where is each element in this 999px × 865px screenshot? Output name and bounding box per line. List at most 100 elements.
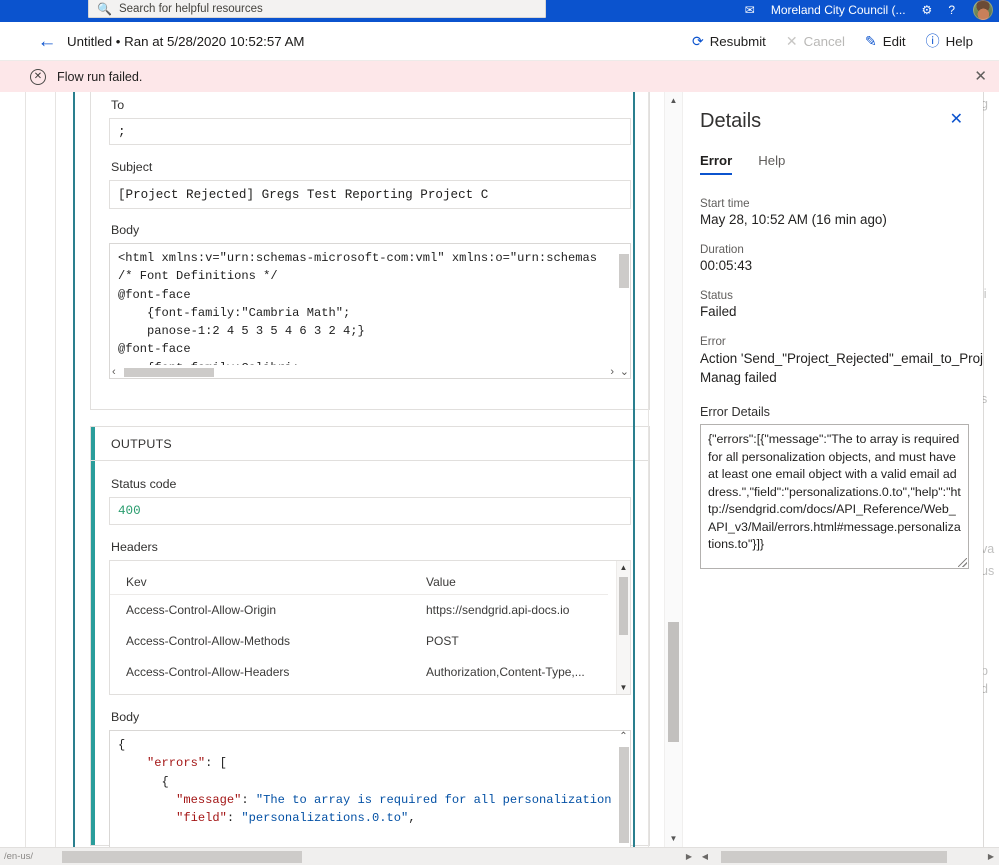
canvas-vertical-scrollbar[interactable]: ▲ ▼ (664, 92, 683, 847)
header-value: POST (426, 634, 459, 648)
global-search-box[interactable]: 🔍 Search for helpful resources (88, 0, 546, 18)
output-body-viewer[interactable]: { "errors": [ { "message": "The to array… (109, 730, 631, 847)
status-code-input[interactable]: 400 (109, 497, 631, 525)
cancel-label: Cancel (803, 33, 845, 49)
hscroll-thumb-left[interactable] (62, 850, 302, 863)
output-body-group: Body { "errors": [ { "message": "The to … (91, 695, 649, 847)
error-banner: ✕ Flow run failed. ✕ (0, 61, 999, 92)
status-field: Status Failed (700, 289, 969, 319)
run-designer-canvas[interactable]: To ; Subject [Project Rejected] Gregs Te… (76, 92, 664, 847)
headers-table[interactable]: Kev Value Access-Control-Allow-Origin ht… (109, 560, 631, 695)
output-body-vscrollbar[interactable]: ⌃ (617, 731, 630, 847)
divider-1 (25, 92, 26, 847)
tab-help[interactable]: Help (758, 153, 785, 175)
main-content: To ; Subject [Project Rejected] Gregs Te… (0, 92, 999, 847)
chevron-up-icon[interactable]: ⌃ (618, 731, 629, 743)
outputs-accent-bar (91, 427, 95, 845)
chevron-down-icon[interactable]: ⌄ (620, 365, 629, 378)
body-code-viewer[interactable]: <html xmlns:v="urn:schemas-microsoft-com… (109, 243, 631, 379)
to-value: ; (118, 124, 126, 139)
envelope-icon[interactable]: ✉ (737, 0, 763, 20)
duration-label: Duration (700, 243, 744, 256)
to-field-group: To ; (91, 92, 649, 145)
details-pane-edge (983, 92, 984, 847)
tab-error-label: Error (700, 153, 733, 168)
headers-table-scrollbar[interactable]: ▲ ▼ (616, 561, 630, 694)
status-url-text: /en-us/ (4, 851, 34, 862)
scroll-right-icon[interactable]: ▶ (681, 852, 697, 861)
scroll-right-icon-2[interactable]: ▶ (983, 852, 999, 861)
details-pane: Details ✕ Error Help Start time May 28, … (684, 92, 983, 847)
error-banner-text: Flow run failed. (57, 69, 143, 84)
hscroll-track-right[interactable] (713, 849, 983, 864)
banner-close-icon[interactable]: ✕ (974, 69, 987, 84)
status-label: Status (700, 289, 733, 302)
header-col-key: Kev (126, 575, 147, 589)
tab-error[interactable]: Error (700, 153, 733, 175)
header-value: https://sendgrid.api-docs.io (426, 603, 570, 617)
output-body-json: { "errors": [ { "message": "The to array… (118, 738, 612, 826)
output-body-vscroll-thumb[interactable] (619, 747, 629, 843)
error-details-textarea[interactable]: {"errors":[{"message":"The to array is r… (700, 424, 969, 569)
scroll-left-icon[interactable]: ◀ (697, 852, 713, 861)
help-button[interactable]: ⓘ Help (916, 29, 983, 54)
error-field: Error Action 'Send_"Project_Rejected"_em… (700, 335, 983, 387)
body-code-hscroll-thumb[interactable] (124, 368, 214, 377)
resubmit-button[interactable]: ⟳ Resubmit (682, 29, 776, 54)
body-code-vscroll-thumb[interactable] (619, 254, 629, 288)
window-horizontal-scrollbar[interactable]: /en-us/ ▶ ◀ ▶ (0, 847, 999, 865)
subject-label: Subject (111, 160, 153, 174)
gear-icon[interactable]: ⚙ (914, 0, 941, 20)
header-col-value: Value (426, 575, 456, 589)
hscroll-track-left[interactable] (56, 849, 681, 864)
app-window: 🔍 Search for helpful resources ✉ Morelan… (0, 0, 999, 865)
error-details-label: Error Details (700, 405, 770, 419)
resize-grip-icon[interactable] (958, 558, 967, 567)
global-search-placeholder: Search for helpful resources (118, 3, 263, 15)
pencil-icon: ✎ (864, 33, 877, 49)
scroll-down-icon[interactable]: ▼ (617, 681, 630, 694)
app-header-actions: ✉ Moreland City Council (... ⚙ ? (737, 0, 999, 22)
header-key: Access-Control-Allow-Methods (126, 634, 291, 648)
chevron-left-icon[interactable]: ‹ (112, 366, 116, 378)
edit-button[interactable]: ✎ Edit (855, 29, 916, 54)
to-input[interactable]: ; (109, 118, 631, 145)
table-row: Access-Control-Allow-Methods POST (110, 626, 630, 657)
scroll-up-icon[interactable]: ▲ (665, 92, 682, 109)
back-arrow-icon[interactable]: ← (36, 32, 58, 51)
tenant-selector[interactable]: Moreland City Council (... (763, 0, 914, 20)
avatar[interactable] (973, 0, 993, 20)
to-label: To (111, 98, 125, 112)
scroll-up-icon[interactable]: ▲ (617, 561, 630, 574)
subject-input[interactable]: [Project Rejected] Gregs Test Reporting … (109, 180, 631, 209)
edit-label: Edit (882, 33, 906, 49)
body-code-hscrollbar[interactable]: ‹ › (110, 365, 630, 378)
question-mark-icon[interactable]: ? (940, 0, 963, 20)
help-label: Help (945, 33, 973, 49)
headers-scroll-thumb[interactable] (619, 577, 628, 635)
outputs-title: OUTPUTS (111, 436, 172, 451)
canvas-scroll-thumb[interactable] (668, 622, 679, 742)
status-badge: Failed (700, 304, 737, 319)
details-title: Details (700, 110, 762, 132)
resubmit-label: Resubmit (709, 33, 766, 49)
app-header-bar: 🔍 Search for helpful resources ✉ Morelan… (0, 0, 999, 22)
chevron-right-icon[interactable]: › (610, 366, 614, 378)
error-value: Action 'Send_"Project_Rejected"_email_to… (700, 351, 983, 385)
body-field-group: Body <html xmlns:v="urn:schemas-microsof… (91, 209, 649, 379)
status-code-value: 400 (118, 504, 141, 518)
search-icon: 🔍 (97, 2, 112, 16)
run-command-bar: ← Untitled • Ran at 5/28/2020 10:52:57 A… (0, 22, 999, 61)
outputs-card: OUTPUTS Status code 400 Headers Kev Valu… (90, 426, 650, 847)
body-code-vscrollbar[interactable] (617, 244, 630, 378)
body-code-text: <html xmlns:v="urn:schemas-microsoft-com… (118, 251, 597, 375)
status-code-group: Status code 400 (91, 461, 649, 525)
outputs-section-header[interactable]: OUTPUTS (91, 427, 649, 461)
hscroll-thumb-right[interactable] (721, 850, 947, 863)
details-close-icon[interactable]: ✕ (950, 112, 963, 128)
duration-value: 00:05:43 (700, 258, 753, 273)
header-value: Authorization,Content-Type,... (426, 665, 585, 679)
headers-table-body: Access-Control-Allow-Origin https://send… (110, 595, 630, 688)
scroll-down-icon[interactable]: ▼ (665, 830, 682, 847)
start-time-value: May 28, 10:52 AM (16 min ago) (700, 212, 887, 227)
